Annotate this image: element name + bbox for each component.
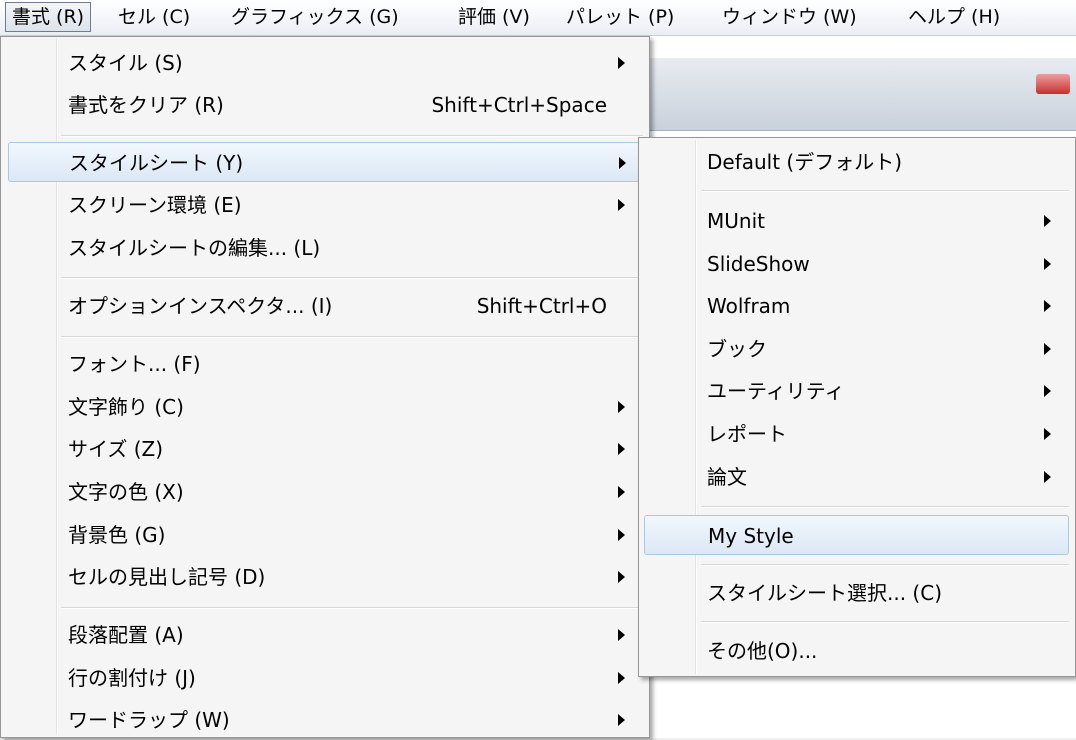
menu-item-label: オプションインスペクタ... (I)	[68, 294, 333, 318]
menu-item-label: 文字飾り (C)	[68, 395, 184, 419]
menu-item-stylesheet[interactable]: スタイルシート (Y)	[8, 142, 642, 182]
submenu-item-report[interactable]: レポート	[639, 414, 1075, 454]
menu-item-label: セルの見出し記号 (D)	[68, 565, 266, 589]
menu-item-label: レポート	[707, 422, 787, 446]
menu-item-label: スタイルシート (Y)	[69, 151, 244, 175]
menu-item-label: フォント... (F)	[68, 352, 201, 376]
submenu-item-utility[interactable]: ユーティリティ	[639, 371, 1075, 411]
menu-item-cell-dingbat[interactable]: セルの見出し記号 (D)	[1, 557, 649, 597]
stylesheet-submenu: Default (デフォルト) MUnit SlideShow Wolfram …	[638, 137, 1076, 677]
submenu-arrow-icon	[618, 443, 625, 455]
submenu-arrow-icon	[1044, 300, 1051, 312]
menu-item-label: Default (デフォルト)	[707, 150, 903, 174]
submenu-arrow-icon	[1044, 258, 1051, 270]
background-toolbar	[640, 58, 1076, 131]
submenu-arrow-icon	[1044, 215, 1051, 227]
menu-separator	[61, 607, 643, 609]
menu-item-label: 背景色 (G)	[68, 523, 166, 547]
submenu-arrow-icon	[618, 571, 625, 583]
menu-separator	[701, 564, 1069, 566]
menu-item-label: 文字の色 (X)	[68, 480, 184, 504]
submenu-item-wolfram[interactable]: Wolfram	[639, 286, 1075, 326]
menu-item-label: スタイルシートの編集... (L)	[68, 236, 321, 260]
menu-item-label: ワードラップ (W)	[68, 708, 230, 732]
menu-item-size[interactable]: サイズ (Z)	[1, 429, 649, 469]
submenu-arrow-icon	[618, 486, 625, 498]
submenu-arrow-icon	[618, 57, 625, 69]
submenu-arrow-icon	[619, 157, 626, 169]
submenu-item-choose-stylesheet[interactable]: スタイルシート選択... (C)	[639, 573, 1075, 613]
menu-item-label: 書式をクリア (R)	[68, 93, 224, 117]
menu-item-clear-formatting[interactable]: 書式をクリア (R) Shift+Ctrl+Space	[1, 85, 649, 125]
submenu-arrow-icon	[618, 401, 625, 413]
submenu-item-article[interactable]: 論文	[639, 457, 1075, 497]
menu-item-text-decoration[interactable]: 文字飾り (C)	[1, 387, 649, 427]
menu-item-label: My Style	[708, 524, 794, 548]
menu-item-label: 行の割付け (J)	[68, 666, 196, 690]
menu-graphics[interactable]: グラフィックス (G)	[225, 2, 405, 32]
submenu-item-slideshow[interactable]: SlideShow	[639, 244, 1075, 284]
menu-bar: 書式 (R) セル (C) グラフィックス (G) 評価 (V) パレット (P…	[0, 0, 1076, 36]
submenu-item-default[interactable]: Default (デフォルト)	[639, 142, 1075, 182]
submenu-arrow-icon	[618, 529, 625, 541]
close-window-button[interactable]	[1036, 74, 1070, 94]
menu-palettes[interactable]: パレット (P)	[560, 2, 680, 32]
menu-separator	[61, 277, 643, 279]
menu-item-shortcut: Shift+Ctrl+Space	[431, 93, 607, 117]
menu-item-style[interactable]: スタイル (S)	[1, 43, 649, 83]
submenu-arrow-icon	[1044, 385, 1051, 397]
menu-window[interactable]: ウィンドウ (W)	[716, 2, 863, 32]
menu-item-screen-environment[interactable]: スクリーン環境 (E)	[1, 185, 649, 225]
menu-cell[interactable]: セル (C)	[112, 2, 196, 32]
menu-item-label: SlideShow	[707, 252, 810, 276]
menu-item-font[interactable]: フォント... (F)	[1, 344, 649, 384]
submenu-arrow-icon	[618, 714, 625, 726]
menu-format[interactable]: 書式 (R)	[5, 2, 92, 32]
menu-separator	[701, 621, 1069, 623]
menu-item-text-alignment[interactable]: 段落配置 (A)	[1, 615, 649, 655]
menu-item-word-wrapping[interactable]: ワードラップ (W)	[1, 700, 649, 740]
menu-item-label: スタイルシート選択... (C)	[707, 581, 942, 605]
submenu-arrow-icon	[618, 672, 625, 684]
menu-item-label: スクリーン環境 (E)	[68, 193, 242, 217]
submenu-arrow-icon	[1044, 343, 1051, 355]
menu-item-label: 論文	[707, 465, 747, 489]
menu-item-option-inspector[interactable]: オプションインスペクタ... (I) Shift+Ctrl+O	[1, 286, 649, 326]
menu-evaluation[interactable]: 評価 (V)	[452, 2, 536, 32]
submenu-arrow-icon	[618, 199, 625, 211]
submenu-item-book[interactable]: ブック	[639, 329, 1075, 369]
menu-separator	[61, 336, 643, 338]
menu-item-label: ユーティリティ	[707, 379, 845, 403]
menu-separator	[61, 135, 643, 137]
menu-item-label: スタイル (S)	[68, 51, 183, 75]
menu-item-text-justification[interactable]: 行の割付け (J)	[1, 658, 649, 698]
menu-item-label: ブック	[707, 337, 767, 361]
format-menu: スタイル (S) 書式をクリア (R) Shift+Ctrl+Space スタイ…	[0, 36, 650, 738]
submenu-arrow-icon	[618, 629, 625, 641]
menu-item-background-color[interactable]: 背景色 (G)	[1, 515, 649, 555]
menu-item-label: MUnit	[707, 209, 765, 233]
menu-separator	[701, 506, 1069, 508]
menu-item-text-color[interactable]: 文字の色 (X)	[1, 472, 649, 512]
menu-item-label: その他(O)...	[707, 639, 818, 663]
menu-item-label: サイズ (Z)	[68, 437, 164, 461]
submenu-item-munit[interactable]: MUnit	[639, 201, 1075, 241]
menu-item-label: 段落配置 (A)	[68, 623, 184, 647]
menu-item-shortcut: Shift+Ctrl+O	[476, 294, 607, 318]
menu-item-edit-stylesheet[interactable]: スタイルシートの編集... (L)	[1, 228, 649, 268]
menu-item-label: Wolfram	[707, 294, 791, 318]
menu-separator	[701, 190, 1069, 192]
submenu-arrow-icon	[1044, 471, 1051, 483]
submenu-item-other[interactable]: その他(O)...	[639, 631, 1075, 671]
submenu-item-my-style[interactable]: My Style	[644, 515, 1069, 555]
submenu-arrow-icon	[1044, 428, 1051, 440]
menu-help[interactable]: ヘルプ (H)	[902, 2, 1006, 32]
